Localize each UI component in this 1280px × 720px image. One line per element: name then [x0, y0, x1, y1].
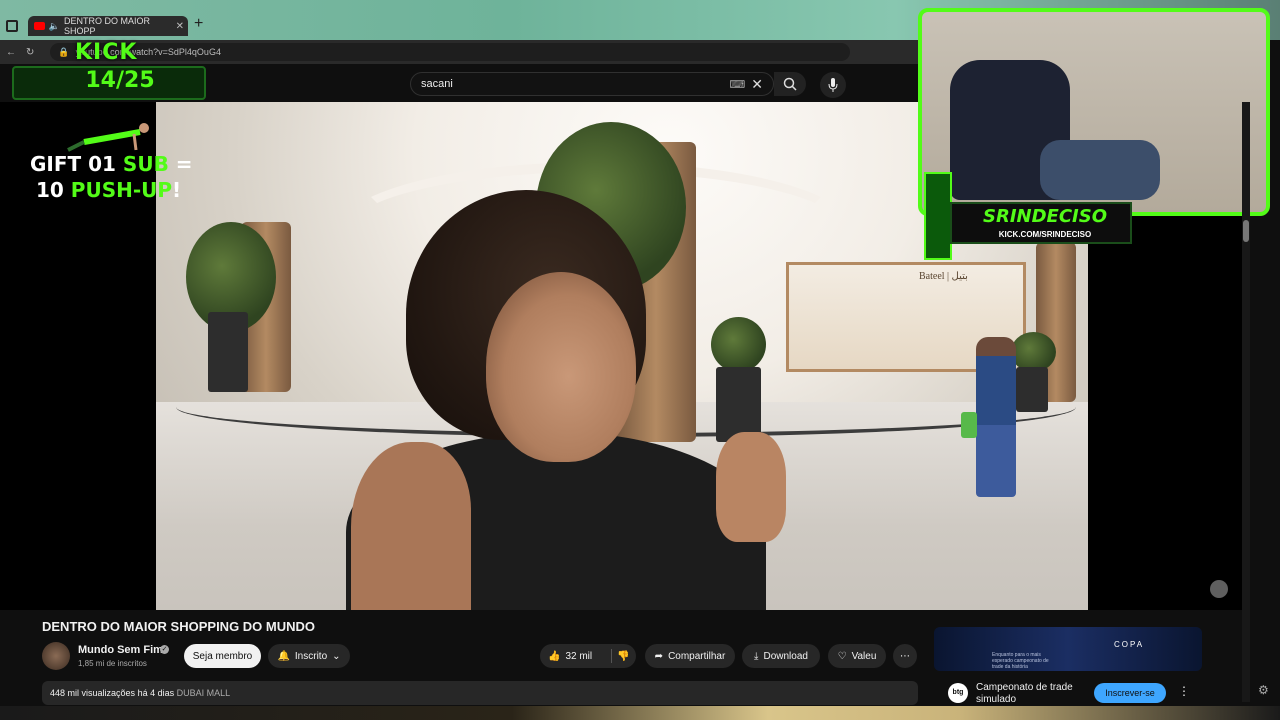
- store-sign: Bateel | بتيل: [919, 271, 968, 282]
- streamer-url: KICK.COM/SRINDECISO: [998, 230, 1092, 239]
- gift-rule-line-1: GIFT 01 SUB =: [30, 152, 193, 176]
- description-box[interactable]: 448 mil visualizações há 4 dias DUBAI MA…: [42, 681, 918, 705]
- view-count: 448 mil visualizações: [50, 688, 136, 698]
- dislike-icon[interactable]: 👎: [617, 651, 629, 662]
- back-icon[interactable]: ←: [6, 47, 16, 58]
- video-title: DENTRO DO MAIOR SHOPPING DO MUNDO: [42, 619, 316, 634]
- shopping-bag: [961, 412, 977, 438]
- player-corner-icon[interactable]: [1210, 580, 1228, 598]
- background-person: [976, 337, 1016, 497]
- more-icon: ⋯: [900, 650, 910, 662]
- thanks-button[interactable]: ♡ Valeu: [828, 644, 886, 668]
- ad-subscribe-button[interactable]: Inscrever-se: [1094, 683, 1166, 703]
- streamer-accent-bar: [924, 172, 952, 260]
- streamer-name: SRINDECISO: [983, 206, 1107, 227]
- presenter-hand: [716, 432, 786, 542]
- browser-tab[interactable]: 🔈 DENTRO DO MAIOR SHOPP ✕: [28, 16, 188, 36]
- plus-icon[interactable]: +: [194, 16, 208, 32]
- plant: [1011, 332, 1056, 372]
- upload-date: há 4 dias: [137, 688, 175, 698]
- planter: [1016, 367, 1048, 412]
- download-icon: ⤓: [754, 650, 759, 662]
- search-button[interactable]: [774, 72, 806, 96]
- like-dislike-button[interactable]: 👍 32 mil 👎: [540, 644, 636, 668]
- share-label: Compartilhar: [668, 650, 726, 662]
- plant: [711, 317, 766, 372]
- gift-rule-line-2: 10 PUSH-UP!: [36, 178, 181, 202]
- settings-icon[interactable]: ⚙: [1258, 683, 1269, 697]
- avatar[interactable]: [42, 642, 70, 670]
- subscribed-button[interactable]: 🔔 Inscrito ⌄: [268, 644, 350, 668]
- share-button[interactable]: ➦ Compartilhar: [645, 644, 735, 668]
- search-icon: [783, 77, 797, 91]
- video-tag[interactable]: DUBAI MALL: [177, 688, 231, 698]
- keyboard-icon[interactable]: ⌨: [729, 78, 745, 91]
- scrollbar[interactable]: [1242, 102, 1250, 702]
- speaker-icon[interactable]: 🔈: [49, 21, 60, 32]
- gift-text: GIFT 01: [30, 152, 123, 176]
- gift-text: !: [172, 178, 182, 202]
- voice-search-button[interactable]: [820, 72, 846, 98]
- tab-title: DENTRO DO MAIOR SHOPP: [63, 16, 150, 36]
- ad-cta-label: Inscrever-se: [1105, 688, 1155, 698]
- share-icon: ➦: [654, 650, 664, 662]
- gift-highlight: SUB: [122, 152, 169, 176]
- mic-icon: [828, 78, 838, 92]
- more-actions-button[interactable]: ⋯: [893, 644, 917, 668]
- search-value: sacani: [421, 78, 453, 90]
- thanks-label: Valeu: [851, 650, 877, 662]
- window-icon[interactable]: [6, 20, 18, 32]
- planter: [208, 312, 248, 392]
- bell-icon: 🔔: [277, 650, 290, 662]
- join-button[interactable]: Seja membro: [184, 644, 261, 668]
- subscribed-label: Inscrito: [294, 650, 328, 662]
- join-label: Seja membro: [192, 650, 253, 662]
- youtube-icon: [34, 22, 45, 30]
- scrollbar-thumb[interactable]: [1243, 220, 1249, 242]
- like-count: 32 mil: [565, 650, 593, 662]
- download-label: Download: [763, 650, 808, 662]
- thanks-icon: ♡: [837, 650, 847, 662]
- subscriber-count: 1,85 mi de inscritos: [78, 659, 147, 668]
- presenter-face: [486, 272, 636, 462]
- background-strip: [0, 706, 1280, 720]
- planter: [716, 367, 761, 442]
- close-icon[interactable]: ✕: [176, 21, 184, 32]
- kick-logo: KICK: [75, 40, 138, 65]
- sub-goal-counter: 14/25: [85, 68, 155, 93]
- browser-nav-bar: ← ↻ 🔒 youtube.com/watch?v=SdPl4qOuG4: [0, 40, 918, 64]
- push-up-figure-icon: [67, 123, 149, 152]
- ad-text[interactable]: Campeonato de trade simulado: [976, 682, 1086, 704]
- ad-small-text: Enquanto para o mais esperado campeonato…: [992, 652, 1049, 670]
- divider: [611, 649, 613, 663]
- channel-name[interactable]: Mundo Sem Fim: [78, 644, 163, 656]
- like-icon[interactable]: 👍: [548, 651, 560, 662]
- gift-highlight: PUSH-UP: [70, 178, 173, 202]
- lock-icon[interactable]: 🔒: [58, 47, 69, 58]
- reload-icon[interactable]: ↻: [26, 47, 34, 58]
- search-input[interactable]: sacani ⌨ ✕: [410, 72, 774, 96]
- download-button[interactable]: ⤓ Download: [742, 644, 820, 668]
- ad-brand: COPA: [1114, 640, 1145, 649]
- gift-text: =: [168, 152, 193, 176]
- verified-icon: ✓: [160, 645, 169, 654]
- gift-text: 10: [36, 178, 71, 202]
- clear-icon[interactable]: ✕: [751, 76, 763, 93]
- gaming-chair-arm: [1040, 140, 1160, 200]
- ad-logo[interactable]: btg: [948, 683, 968, 703]
- presenter-shoulder: [351, 442, 471, 610]
- ad-banner[interactable]: [934, 627, 1202, 671]
- address-bar[interactable]: 🔒 youtube.com/watch?v=SdPl4qOuG4: [50, 43, 851, 61]
- chevron-down-icon: ⌄: [332, 650, 341, 662]
- more-icon[interactable]: ⋮: [1178, 684, 1190, 698]
